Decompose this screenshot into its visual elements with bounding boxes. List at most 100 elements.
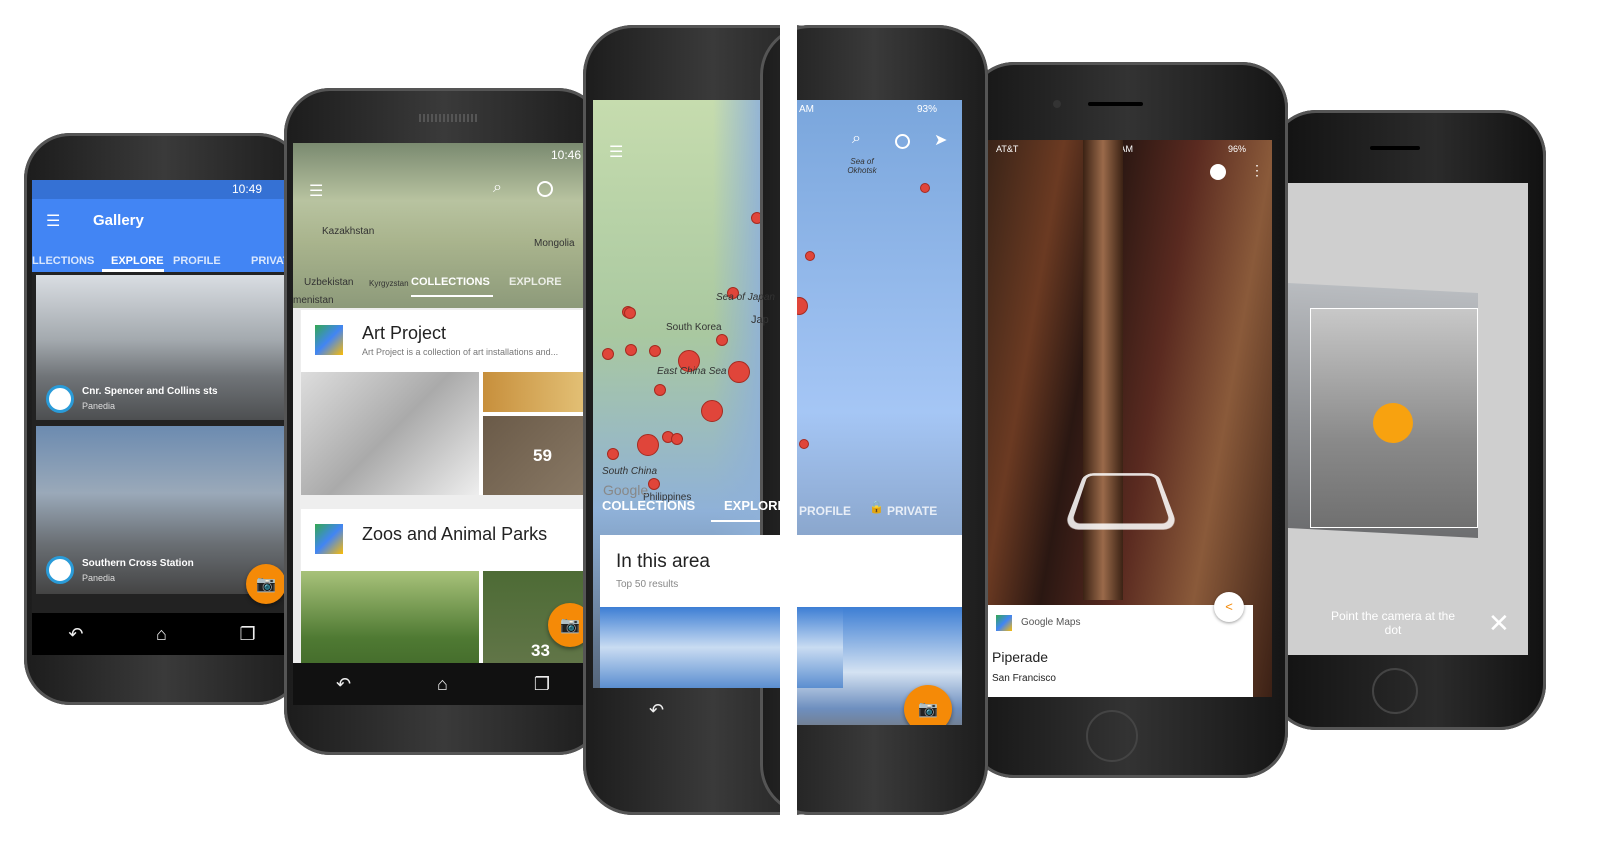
card-image: 59 [483, 416, 593, 495]
map-marker[interactable] [648, 478, 660, 490]
search-icon[interactable]: ⌕ [493, 179, 502, 197]
navigation-arrows[interactable] [1062, 473, 1180, 530]
tab-explore[interactable]: EXPLORE [724, 498, 786, 513]
google-maps-icon [996, 615, 1012, 631]
map-marker[interactable] [671, 433, 683, 445]
home-button[interactable] [1086, 710, 1138, 762]
recents-icon[interactable]: ❐ [534, 674, 550, 695]
status-time: 10:49 [232, 182, 263, 196]
map-marker[interactable] [649, 345, 661, 357]
collection-card-art-project[interactable]: Art Project Art Project is a collection … [301, 310, 593, 495]
map-label: East China Sea [657, 366, 727, 377]
status-time: AM [799, 104, 814, 115]
map-marker[interactable] [805, 251, 815, 261]
map-marker[interactable] [607, 448, 619, 460]
tab-private[interactable]: PRIVATE [887, 504, 937, 518]
tab-collections[interactable]: COLLECTIONS [411, 276, 490, 288]
card-title: In this area [616, 551, 710, 572]
menu-icon[interactable]: ☰ [309, 181, 323, 201]
map-marker[interactable] [602, 348, 614, 360]
home-button[interactable] [1372, 668, 1418, 714]
fullscreen-icon[interactable] [895, 134, 910, 149]
recents-icon[interactable]: ❐ [240, 624, 256, 645]
search-icon[interactable]: ⌕ [852, 130, 861, 148]
more-icon[interactable]: ⋮ [1250, 162, 1264, 179]
place-card[interactable]: Google Maps Piperade San Francisco [988, 605, 1253, 697]
phone-camera: Point the camera at the dot ✕ [1270, 110, 1546, 730]
map-label: Uzbekistan [304, 277, 354, 288]
tab-collections[interactable]: LLECTIONS [32, 255, 94, 267]
battery-level: 93% [917, 104, 938, 115]
place-title: Piperade [992, 649, 1049, 665]
tab-explore[interactable]: EXPLORE [509, 276, 562, 288]
app-bar: ☰ Gallery LLECTIONS EXPLORE PROFILE PRIV… [32, 199, 292, 272]
battery-level: 96% [1228, 144, 1247, 154]
earpiece [1088, 102, 1143, 106]
map-marker[interactable] [920, 183, 930, 193]
home-icon[interactable]: ⌂ [156, 624, 167, 645]
earpiece [1370, 146, 1420, 150]
back-icon[interactable]: ↶ [649, 700, 664, 721]
map-marker[interactable] [728, 361, 750, 383]
item-subtitle: Panedia [82, 401, 116, 411]
speaker-grille [419, 114, 479, 122]
map-marker[interactable] [797, 297, 808, 315]
phone-collections: 10:46 ☰ ⌕ Kazakhstan Mongolia Uzbekistan… [284, 88, 604, 755]
home-icon[interactable]: ⌂ [437, 674, 448, 695]
google-logo: Google [603, 482, 649, 498]
map-header: 10:46 ☰ ⌕ Kazakhstan Mongolia Uzbekistan… [293, 143, 593, 308]
phone-gallery: 10:49 ☰ Gallery LLECTIONS EXPLORE PROFIL… [24, 133, 304, 705]
map-label: menistan [293, 295, 334, 306]
item-title: Cnr. Spencer and Collins sts [82, 386, 218, 397]
tab-explore[interactable]: EXPLORE [111, 255, 164, 267]
map-marker[interactable] [637, 434, 659, 456]
back-icon[interactable]: ↶ [68, 624, 83, 645]
tab-profile[interactable]: PROFILE [173, 255, 221, 267]
status-bar: AT&T 9:30 AM 96% [988, 144, 1272, 158]
map-marker[interactable] [701, 400, 723, 422]
card-description: Art Project is a collection of art insta… [362, 347, 559, 357]
status-time: 10:46 [551, 148, 582, 162]
share-button[interactable]: < [1214, 592, 1244, 622]
map-marker[interactable] [624, 307, 636, 319]
menu-icon[interactable]: ☰ [609, 142, 623, 162]
map-marker[interactable] [625, 344, 637, 356]
fullscreen-icon[interactable] [537, 181, 553, 197]
map-marker[interactable] [654, 384, 666, 396]
map-label: Kyrgyzstan [369, 279, 409, 288]
card-image [301, 372, 479, 495]
gallery-item[interactable]: Cnr. Spencer and Collins sts Panedia [36, 275, 292, 420]
card-image [483, 372, 593, 412]
item-subtitle: Panedia [82, 573, 116, 583]
google-maps-icon [315, 524, 343, 554]
map-label: Sea of Japan [716, 292, 775, 303]
target-dot[interactable] [1373, 403, 1413, 443]
map-marker[interactable] [716, 334, 728, 346]
menu-icon[interactable]: ☰ [46, 211, 60, 231]
split-gap [780, 0, 797, 854]
tab-collections[interactable]: COLLECTIONS [602, 498, 695, 513]
source-label: Google Maps [1021, 617, 1081, 628]
viewer-screen: AT&T 9:30 AM 96% ⋮ Google Maps Piperade … [988, 140, 1272, 697]
close-icon[interactable]: ✕ [1488, 608, 1510, 639]
status-bar: 10:49 [32, 180, 292, 199]
count-badge: 33 [531, 641, 550, 660]
compass-icon[interactable] [1210, 164, 1226, 180]
camera-fab[interactable]: 📷 [904, 685, 952, 725]
map-label: South China [602, 466, 658, 477]
app-title: Gallery [93, 212, 144, 229]
camera-fab[interactable]: 📷 [246, 564, 286, 604]
back-icon[interactable]: ↶ [336, 674, 351, 695]
map-marker[interactable] [799, 439, 809, 449]
navigate-icon[interactable]: ➤ [934, 130, 947, 150]
card-title: Zoos and Animal Parks [362, 524, 548, 544]
avatar [46, 556, 74, 584]
area-card[interactable]: In this area Top 50 results [600, 535, 843, 688]
tab-profile[interactable]: PROFILE [799, 504, 851, 518]
google-maps-icon [315, 325, 343, 355]
map-label: South Korea [666, 322, 722, 333]
carrier: AT&T [996, 144, 1019, 154]
place-subtitle: San Francisco [992, 673, 1056, 684]
phone-viewer: AT&T 9:30 AM 96% ⋮ Google Maps Piperade … [968, 62, 1288, 778]
lock-icon: 🔒 [869, 500, 884, 514]
